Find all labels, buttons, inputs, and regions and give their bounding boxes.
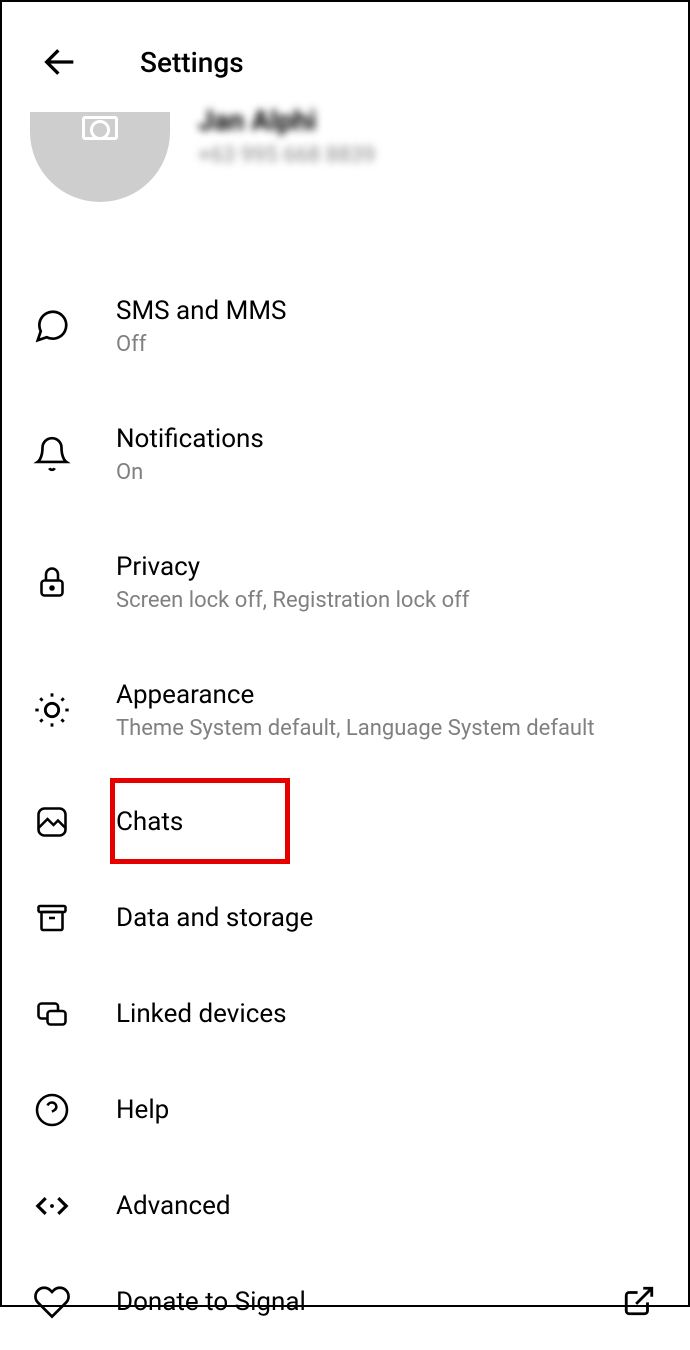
bell-icon (32, 434, 72, 474)
item-content: Linked devices (116, 999, 658, 1029)
item-title: Help (116, 1095, 658, 1125)
external-link-icon (622, 1284, 658, 1320)
item-content: Privacy Screen lock off, Registration lo… (116, 552, 658, 613)
item-subtitle: On (116, 460, 658, 485)
profile-phone: +63 995 668 8839 (198, 143, 375, 168)
back-button[interactable] (40, 42, 80, 82)
item-content: Appearance Theme System default, Languag… (116, 680, 658, 741)
settings-item-appearance[interactable]: Appearance Theme System default, Languag… (2, 646, 688, 774)
item-title: Data and storage (116, 903, 658, 933)
item-title: Donate to Signal (116, 1287, 622, 1317)
archive-icon (32, 898, 72, 938)
settings-item-notifications[interactable]: Notifications On (2, 390, 688, 518)
sun-icon (32, 690, 72, 730)
settings-item-linked-devices[interactable]: Linked devices (2, 966, 688, 1062)
settings-item-advanced[interactable]: Advanced (2, 1158, 688, 1254)
settings-item-privacy[interactable]: Privacy Screen lock off, Registration lo… (2, 518, 688, 646)
item-title: Privacy (116, 552, 658, 582)
help-icon (32, 1090, 72, 1130)
item-title: Advanced (116, 1191, 658, 1221)
item-title: Chats (116, 807, 658, 837)
item-subtitle: Theme System default, Language System de… (116, 716, 658, 741)
code-icon (32, 1186, 72, 1226)
settings-item-donate[interactable]: Donate to Signal (2, 1254, 688, 1350)
settings-item-data-storage[interactable]: Data and storage (2, 870, 688, 966)
heart-icon (32, 1282, 72, 1322)
settings-item-chats[interactable]: Chats (2, 774, 688, 870)
item-title: SMS and MMS (116, 296, 658, 326)
item-content: Advanced (116, 1191, 658, 1221)
item-content: Chats (116, 807, 658, 837)
item-title: Linked devices (116, 999, 658, 1029)
item-title: Notifications (116, 424, 658, 454)
avatar (30, 112, 170, 202)
item-content: SMS and MMS Off (116, 296, 658, 357)
item-title: Appearance (116, 680, 658, 710)
profile-section[interactable]: Jan Alphi +63 995 668 8839 (2, 112, 688, 232)
page-title: Settings (140, 46, 244, 79)
settings-list: SMS and MMS Off Notifications On Privacy… (2, 232, 688, 1350)
profile-info: Jan Alphi +63 995 668 8839 (198, 104, 375, 168)
lock-icon (32, 562, 72, 602)
item-content: Help (116, 1095, 658, 1125)
profile-name: Jan Alphi (198, 104, 375, 137)
linked-devices-icon (32, 994, 72, 1034)
settings-item-help[interactable]: Help (2, 1062, 688, 1158)
image-icon (32, 802, 72, 842)
item-content: Notifications On (116, 424, 658, 485)
header: Settings (2, 2, 688, 112)
item-content: Donate to Signal (116, 1287, 622, 1317)
chat-bubble-icon (32, 306, 72, 346)
settings-item-sms-mms[interactable]: SMS and MMS Off (2, 262, 688, 390)
item-subtitle: Screen lock off, Registration lock off (116, 588, 658, 613)
camera-icon (82, 116, 118, 140)
item-content: Data and storage (116, 903, 658, 933)
item-subtitle: Off (116, 332, 658, 357)
